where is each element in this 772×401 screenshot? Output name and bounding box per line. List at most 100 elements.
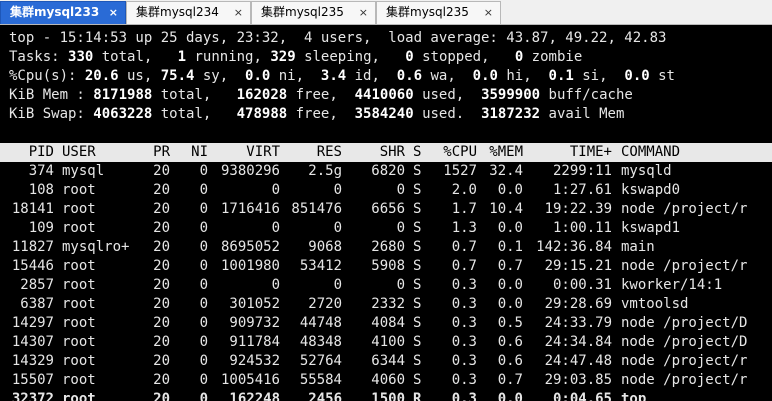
cpu-us: 20.6 (84, 68, 119, 84)
terminal[interactable]: top - 15:14:53 up 25 days, 23:32, 4 user… (0, 26, 772, 401)
table-row: 14307 root 20 0 911784 48348 4100 S 0.3 0.6 24:34.… (0, 333, 772, 352)
tasks-total-label: total, (93, 49, 178, 65)
table-row: 15446 root 20 0 1001980 53412 5908 S 0.7 0.7 29:15… (0, 257, 772, 276)
cell-pid: 6387 (20, 296, 54, 312)
cell-user: root (62, 220, 96, 236)
mem-buff-label: buff/cache (540, 87, 633, 103)
cell-time: 0:04.65 (552, 391, 612, 401)
table-row: 14297 root 20 0 909732 44748 4084 S 0.3 0.5 24:33.… (0, 314, 772, 333)
cell-pr: 20 (153, 391, 170, 401)
table-row: 374 mysql 20 0 9380296 2.5g 6820 S 1527 32.4 2299:… (0, 162, 772, 181)
close-icon[interactable]: × (109, 2, 118, 23)
cell-cpu: 0.3 (451, 334, 477, 350)
cell-shr: 4100 (371, 334, 405, 350)
cell-time: 24:33.79 (544, 315, 612, 331)
tab-mysql234[interactable]: 集群mysql234 × (126, 1, 251, 24)
cell-shr: 6344 (371, 353, 405, 369)
swap-free-label: free, (287, 106, 355, 122)
cell-user: root (62, 315, 96, 331)
cell-pr: 20 (153, 258, 170, 274)
tab-label: 集群mysql235 (386, 5, 469, 19)
cpu-si: 0.1 (548, 68, 574, 84)
tasks-running-label: running, (186, 49, 271, 65)
col-command: COMMAND (621, 144, 681, 160)
cell-command: node /project/r (621, 353, 748, 369)
cell-shr: 4084 (371, 315, 405, 331)
cell-cpu: 0.3 (451, 391, 477, 401)
cell-pid: 32372 (11, 391, 54, 401)
cell-command: main (621, 239, 655, 255)
cell-user: root (62, 277, 96, 293)
cell-ni: 0 (199, 296, 208, 312)
cell-user: root (62, 391, 96, 401)
cell-state: S (413, 277, 422, 293)
cell-state: S (413, 239, 422, 255)
swap-used-label: used. (413, 106, 482, 122)
cell-state: S (413, 220, 422, 236)
cell-shr: 4060 (371, 372, 405, 388)
col-cpu: %CPU (443, 144, 477, 160)
col-res: RES (316, 144, 342, 160)
swap-used: 3584240 (354, 106, 414, 122)
table-row: 6387 root 20 0 301052 2720 2332 S 0.3 0.0 29:28.69… (0, 295, 772, 314)
cell-cpu: 0.3 (451, 315, 477, 331)
cpu-si-label: si, (573, 68, 625, 84)
cell-mem: 0.5 (497, 315, 523, 331)
uptime-line: top - 15:14:53 up 25 days, 23:32, 4 user… (9, 30, 667, 46)
cell-res: 9068 (308, 239, 342, 255)
cell-pr: 20 (153, 201, 170, 217)
cell-time: 0:00.31 (552, 277, 612, 293)
close-icon[interactable]: × (234, 2, 243, 23)
cell-cpu: 2.0 (451, 182, 477, 198)
cell-pid: 11827 (11, 239, 54, 255)
cell-pr: 20 (153, 277, 170, 293)
cell-virt: 0 (271, 182, 280, 198)
cell-virt: 924532 (229, 353, 280, 369)
cpu-sy-label: sy, (194, 68, 246, 84)
process-table-header: PID USER PR NI VIRT RES SHR S %CPU %MEM … (0, 143, 772, 162)
cell-pr: 20 (153, 353, 170, 369)
cell-cpu: 1527 (443, 163, 477, 179)
tab-mysql233[interactable]: 集群mysql233 × (0, 1, 126, 24)
cpu-st: 0.0 (624, 68, 650, 84)
swap-avail: 3187232 (481, 106, 541, 122)
cell-user: root (62, 201, 96, 217)
cell-state: R (413, 391, 422, 401)
cell-res: 48348 (299, 334, 342, 350)
cell-ni: 0 (199, 353, 208, 369)
tasks-stopped-label: stopped, (413, 49, 515, 65)
cell-state: S (413, 372, 422, 388)
cell-pid: 15507 (11, 372, 54, 388)
table-row: 18141 root 20 0 1716416 851476 6656 S 1.7 10.4 19:… (0, 200, 772, 219)
cell-virt: 1716416 (220, 201, 280, 217)
cell-command: mysqld (621, 163, 672, 179)
col-pid: PID (28, 144, 54, 160)
cell-shr: 0 (396, 182, 405, 198)
cpu-wa-label: wa, (422, 68, 473, 84)
tab-bar: 集群mysql233 × 集群mysql234 × 集群mysql235 × 集… (0, 0, 772, 25)
cell-time: 24:34.84 (544, 334, 612, 350)
cell-mem: 0.7 (497, 258, 523, 274)
table-row: 108 root 20 0 0 0 0 S 2.0 0.0 1:27.61 kswapd0 (0, 181, 772, 200)
tab-mysql235-2[interactable]: 集群mysql235 × (376, 1, 501, 24)
close-icon[interactable]: × (359, 2, 368, 23)
swap-line: KiB Swap: 4063228 total, 478988 free, 35… (9, 105, 624, 124)
col-virt: VIRT (246, 144, 280, 160)
cell-pr: 20 (153, 315, 170, 331)
mem-prefix: KiB Mem : (9, 87, 94, 103)
tab-mysql235[interactable]: 集群mysql235 × (251, 1, 376, 24)
cpu-st-label: st (649, 68, 675, 84)
cell-mem: 0.0 (497, 277, 523, 293)
cell-user: root (62, 296, 96, 312)
mem-buff: 3599900 (481, 87, 541, 103)
cell-virt: 301052 (229, 296, 280, 312)
cell-shr: 5908 (371, 258, 405, 274)
cell-virt: 0 (271, 277, 280, 293)
cell-res: 53412 (299, 258, 342, 274)
cell-shr: 1500 (371, 391, 405, 401)
cell-mem: 32.4 (489, 163, 523, 179)
cell-pr: 20 (153, 220, 170, 236)
mem-free-label: free, (287, 87, 355, 103)
cell-state: S (413, 353, 422, 369)
close-icon[interactable]: × (484, 2, 493, 23)
